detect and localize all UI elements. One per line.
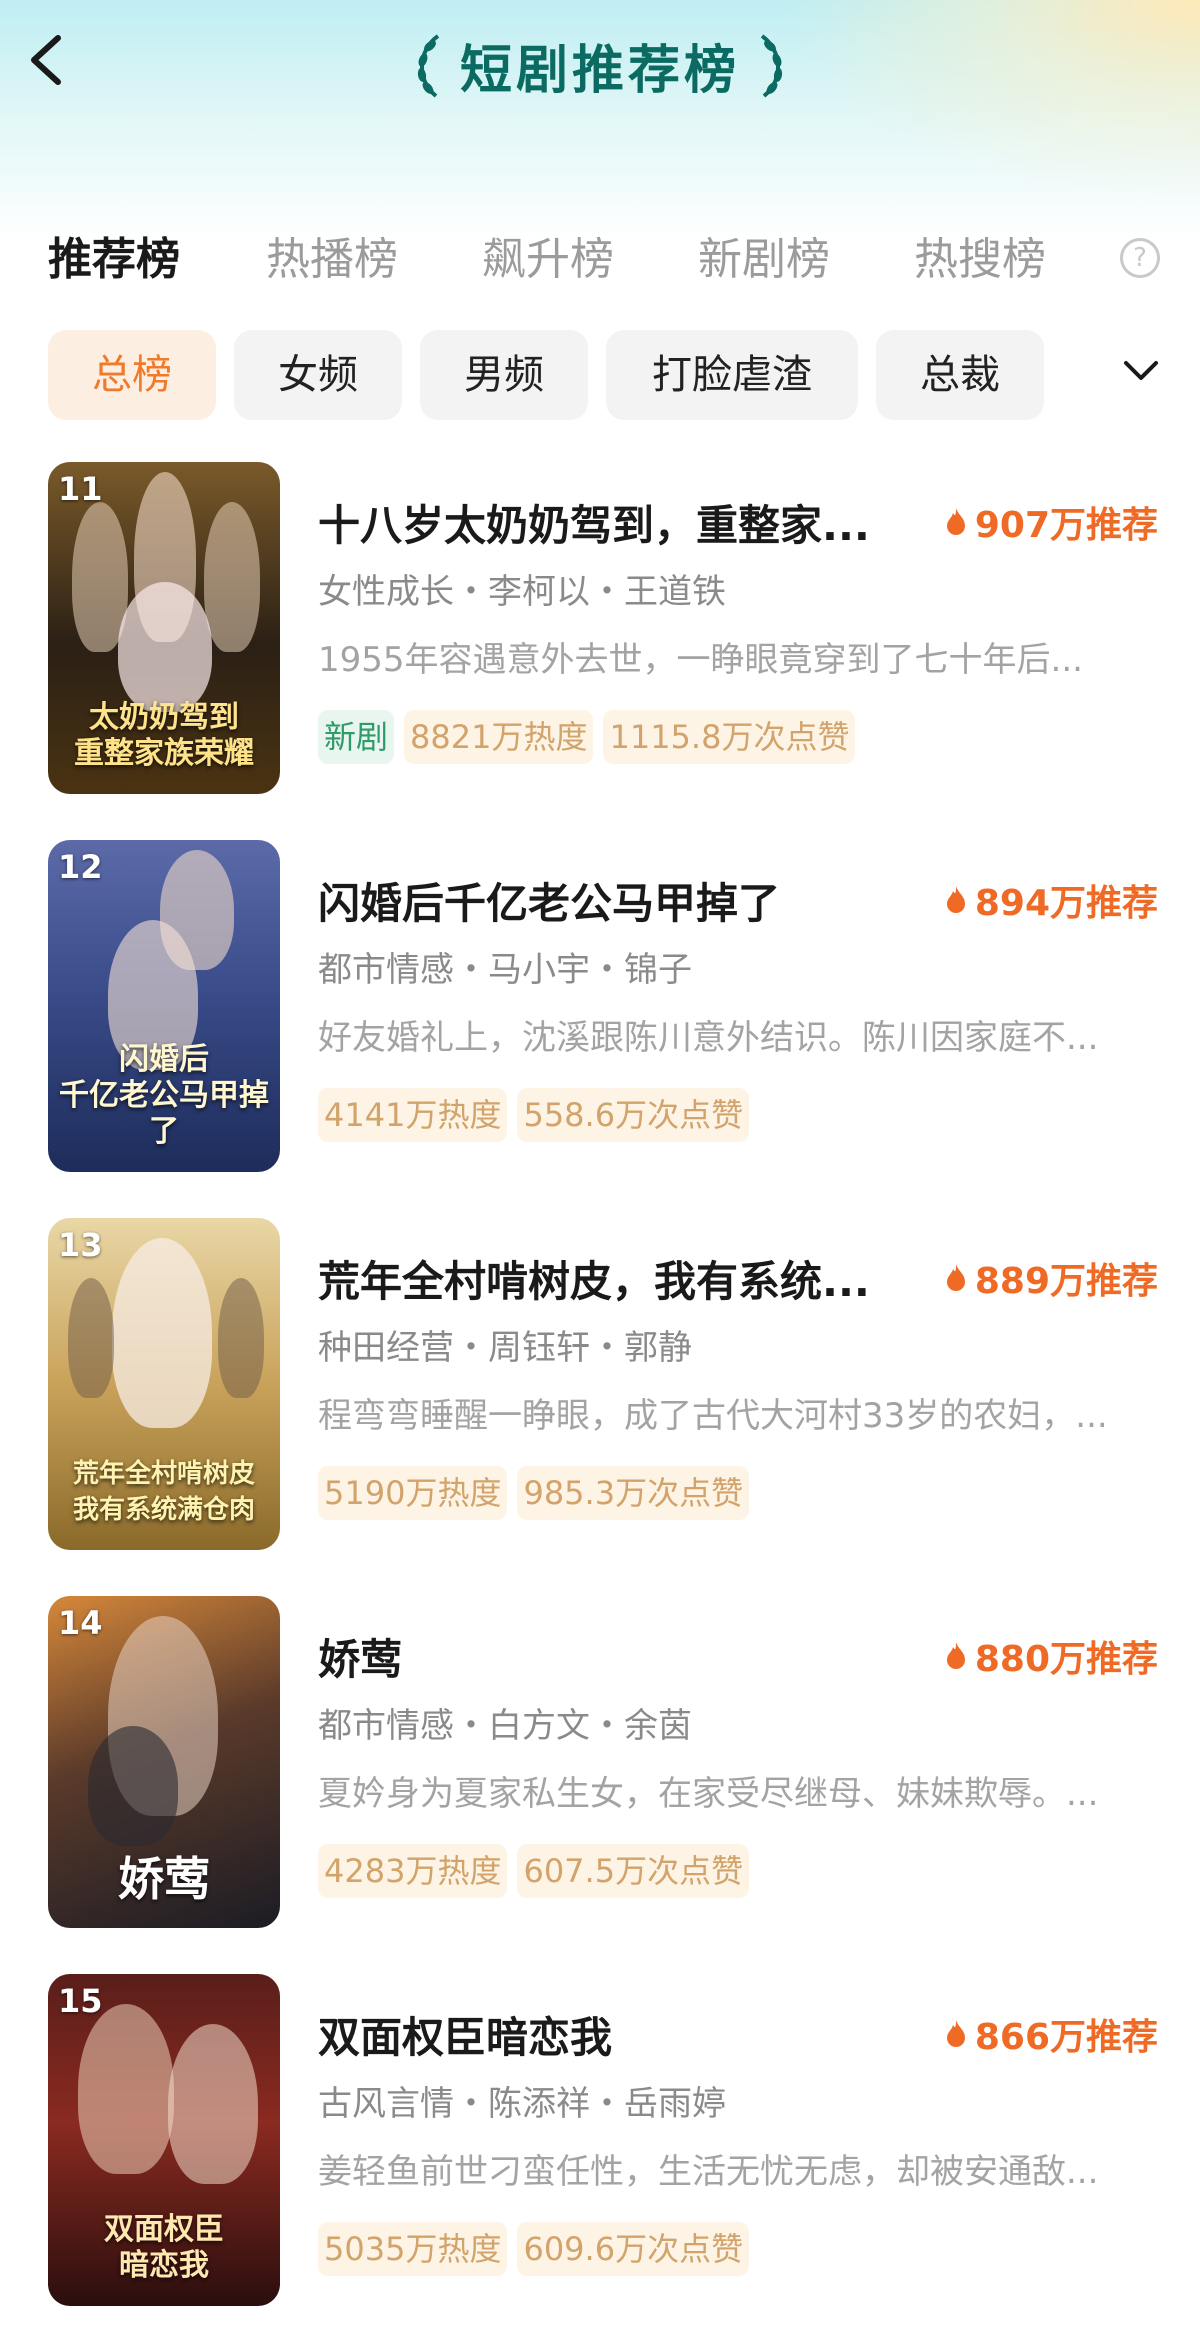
flame-icon bbox=[946, 886, 965, 913]
list-item[interactable]: 15 双面权臣 暗恋我 双面权臣暗恋我 866万推荐 古风言情・陈添祥・岳雨婷 … bbox=[0, 1974, 1200, 2308]
laurel-right-icon bbox=[760, 34, 783, 98]
heat-tag: 4141万热度 bbox=[318, 1088, 508, 1142]
tag-row: 4141万热度 558.6万次点赞 bbox=[318, 1088, 750, 1142]
chip-all[interactable]: 总榜 bbox=[48, 330, 216, 420]
chip-ceo[interactable]: 总裁 bbox=[876, 330, 1044, 420]
chip-face-slap[interactable]: 打脸虐渣 bbox=[606, 330, 858, 420]
poster-image[interactable]: 14 娇莺 bbox=[48, 1596, 280, 1928]
tab-hot-search[interactable]: 热搜榜 bbox=[914, 220, 1046, 300]
drama-description: 好友婚礼上，沈溪跟陈川意外结识。陈川因家庭不... bbox=[318, 1018, 1099, 1058]
recommend-label: 894万推荐 bbox=[974, 883, 1158, 924]
drama-title[interactable]: 双面权臣暗恋我 bbox=[318, 2004, 878, 2065]
drama-title[interactable]: 娇莺 bbox=[318, 1626, 878, 1687]
expand-categories-button[interactable] bbox=[1120, 350, 1162, 392]
drama-title[interactable]: 闪婚后千亿老公马甲掉了 bbox=[318, 870, 878, 931]
rank-number: 12 bbox=[58, 848, 103, 886]
laurel-left-icon bbox=[417, 34, 440, 98]
flame-icon bbox=[946, 1642, 965, 1669]
heat-tag: 5190万热度 bbox=[318, 1466, 508, 1520]
list-item[interactable]: 13 荒年全村啃树皮 我有系统满仓肉 荒年全村啃树皮，我有系统... 889万推… bbox=[0, 1218, 1200, 1552]
flame-icon bbox=[946, 508, 965, 535]
heat-tag: 4283万热度 bbox=[318, 1844, 508, 1898]
recommend-count: 866万推荐 bbox=[943, 2008, 1158, 2060]
recommend-label: 889万推荐 bbox=[974, 1261, 1158, 1302]
title-wrap: 短剧推荐榜 bbox=[0, 20, 1200, 110]
rank-number: 11 bbox=[58, 470, 103, 508]
drama-meta: 都市情感・马小宇・锦子 bbox=[318, 950, 692, 990]
tab-new-drama[interactable]: 新剧榜 bbox=[698, 220, 830, 300]
recommend-count: 907万推荐 bbox=[943, 496, 1158, 548]
poster-image[interactable]: 13 荒年全村啃树皮 我有系统满仓肉 bbox=[48, 1218, 280, 1550]
likes-tag: 609.6万次点赞 bbox=[517, 2222, 750, 2276]
poster-caption: 闪婚后 千亿老公马甲掉了 bbox=[59, 1042, 269, 1149]
rank-number: 15 bbox=[58, 1982, 103, 2020]
recommend-count: 894万推荐 bbox=[943, 874, 1158, 926]
page-title: 短剧推荐榜 bbox=[459, 40, 740, 101]
flame-icon bbox=[946, 1264, 965, 1291]
drama-description: 姜轻鱼前世刁蛮任性，生活无忧无虑，却被安通敌... bbox=[318, 2152, 1099, 2192]
poster-image[interactable]: 12 闪婚后 千亿老公马甲掉了 bbox=[48, 840, 280, 1172]
drama-description: 1955年容遇意外去世，一睁眼竟穿到了七十年后... bbox=[318, 640, 1083, 680]
chip-female[interactable]: 女频 bbox=[234, 330, 402, 420]
drama-title[interactable]: 荒年全村啃树皮，我有系统... bbox=[318, 1248, 878, 1309]
poster-caption: 双面权臣 暗恋我 bbox=[104, 2212, 224, 2283]
recommend-count: 889万推荐 bbox=[943, 1252, 1158, 1304]
likes-tag: 558.6万次点赞 bbox=[517, 1088, 750, 1142]
rank-number: 14 bbox=[58, 1604, 103, 1642]
new-drama-tag: 新剧 bbox=[318, 710, 395, 764]
ranking-tabs: 推荐榜 热播榜 飙升榜 新剧榜 热搜榜 bbox=[0, 220, 1200, 300]
poster-image[interactable]: 11 太奶奶驾到 重整家族荣耀 bbox=[48, 462, 280, 794]
rank-number: 13 bbox=[58, 1226, 103, 1264]
chevron-down-icon bbox=[1124, 361, 1158, 380]
recommend-count: 880万推荐 bbox=[943, 1630, 1158, 1682]
item-info: 娇莺 880万推荐 都市情感・白方文・余茵 夏妗身为夏家私生女，在家受尽继母、妹… bbox=[318, 1596, 1158, 1930]
item-info: 双面权臣暗恋我 866万推荐 古风言情・陈添祥・岳雨婷 姜轻鱼前世刁蛮任性，生活… bbox=[318, 1974, 1158, 2308]
tab-hot-play[interactable]: 热播榜 bbox=[266, 220, 398, 300]
recommend-label: 907万推荐 bbox=[974, 505, 1158, 546]
item-info: 十八岁太奶奶驾到，重整家... 907万推荐 女性成长・李柯以・王道铁 1955… bbox=[318, 462, 1158, 796]
drama-description: 程弯弯睡醒一睁眼，成了古代大河村33岁的农妇，... bbox=[318, 1396, 1108, 1436]
tag-row: 4283万热度 607.5万次点赞 bbox=[318, 1844, 750, 1898]
item-info: 荒年全村啃树皮，我有系统... 889万推荐 种田经营・周钰轩・郭静 程弯弯睡醒… bbox=[318, 1218, 1158, 1552]
poster-caption: 荒年全村啃树皮 我有系统满仓肉 bbox=[72, 1459, 255, 1525]
header: 短剧推荐榜 bbox=[0, 0, 1200, 130]
category-chips: 总榜 女频 男频 打脸虐渣 总裁 bbox=[0, 330, 1200, 420]
tab-rising[interactable]: 飙升榜 bbox=[482, 220, 614, 300]
item-info: 闪婚后千亿老公马甲掉了 894万推荐 都市情感・马小宇・锦子 好友婚礼上，沈溪跟… bbox=[318, 840, 1158, 1174]
recommend-label: 866万推荐 bbox=[974, 2017, 1158, 2058]
chip-male[interactable]: 男频 bbox=[420, 330, 588, 420]
drama-title[interactable]: 十八岁太奶奶驾到，重整家... bbox=[318, 492, 878, 553]
tab-recommend[interactable]: 推荐榜 bbox=[48, 220, 180, 300]
likes-tag: 607.5万次点赞 bbox=[517, 1844, 750, 1898]
poster-image[interactable]: 15 双面权臣 暗恋我 bbox=[48, 1974, 280, 2306]
tag-row: 5190万热度 985.3万次点赞 bbox=[318, 1466, 750, 1520]
drama-meta: 古风言情・陈添祥・岳雨婷 bbox=[318, 2084, 726, 2124]
drama-description: 夏妗身为夏家私生女，在家受尽继母、妹妹欺辱。... bbox=[318, 1774, 1099, 1814]
likes-tag: 985.3万次点赞 bbox=[517, 1466, 750, 1520]
likes-tag: 1115.8万次点赞 bbox=[603, 710, 856, 764]
help-icon[interactable]: ? bbox=[1120, 238, 1160, 278]
drama-meta: 种田经营・周钰轩・郭静 bbox=[318, 1328, 692, 1368]
poster-caption: 太奶奶驾到 重整家族荣耀 bbox=[74, 700, 254, 771]
drama-meta: 女性成长・李柯以・王道铁 bbox=[318, 572, 726, 612]
recommend-label: 880万推荐 bbox=[974, 1639, 1158, 1680]
flame-icon bbox=[946, 2020, 965, 2047]
list-item[interactable]: 14 娇莺 娇莺 880万推荐 都市情感・白方文・余茵 夏妗身为夏家私生女，在家… bbox=[0, 1596, 1200, 1930]
list-item[interactable]: 11 太奶奶驾到 重整家族荣耀 十八岁太奶奶驾到，重整家... 907万推荐 女… bbox=[0, 462, 1200, 796]
heat-tag: 8821万热度 bbox=[404, 710, 594, 764]
list-item[interactable]: 12 闪婚后 千亿老公马甲掉了 闪婚后千亿老公马甲掉了 894万推荐 都市情感・… bbox=[0, 840, 1200, 1174]
drama-meta: 都市情感・白方文・余茵 bbox=[318, 1706, 692, 1746]
heat-tag: 5035万热度 bbox=[318, 2222, 508, 2276]
tag-row: 新剧 8821万热度 1115.8万次点赞 bbox=[318, 710, 856, 764]
poster-caption: 娇莺 bbox=[118, 1852, 210, 1906]
tag-row: 5035万热度 609.6万次点赞 bbox=[318, 2222, 750, 2276]
